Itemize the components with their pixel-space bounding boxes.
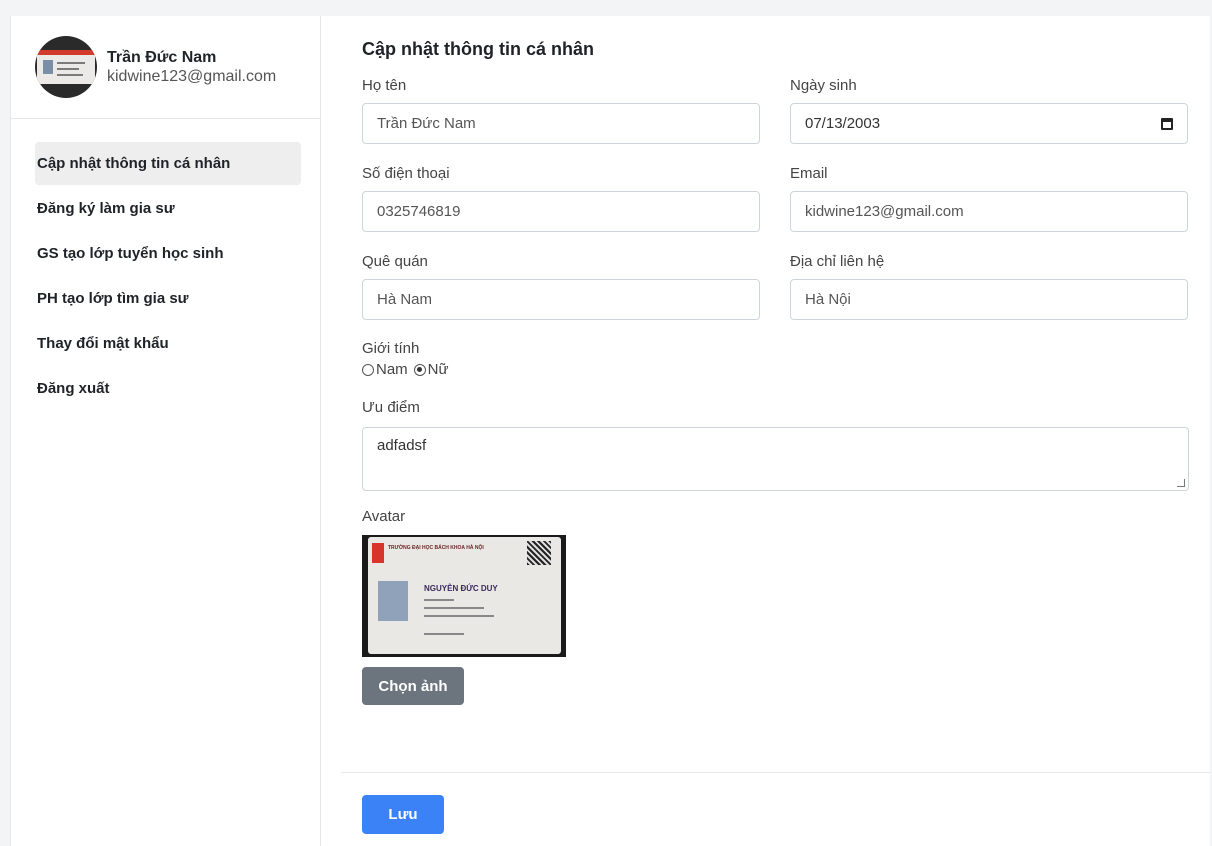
address-label: Địa chỉ liên hệ: [790, 253, 885, 270]
full-name-value: Trần Đức Nam: [377, 115, 476, 132]
sidebar: Trần Đức Nam kidwine123@gmail.com Cập nh…: [10, 16, 321, 846]
user-email: kidwine123@gmail.com: [107, 68, 277, 85]
address-value: Hà Nội: [805, 291, 851, 308]
sidebar-item-change-password[interactable]: Thay đổi mật khẩu: [35, 322, 301, 365]
footer-divider: [341, 772, 1210, 773]
avatar-image: [37, 50, 95, 84]
birthday-label: Ngày sinh: [790, 77, 857, 94]
sidebar-item-parent-create-class[interactable]: PH tạo lớp tìm gia sư: [35, 277, 301, 320]
gender-radio-female[interactable]: [413, 363, 426, 376]
sidebar-item-update-profile[interactable]: Cập nhật thông tin cá nhân: [35, 142, 301, 185]
gender-option-female[interactable]: Nữ: [428, 361, 449, 378]
gender-group: Giới tính Nam Nữ: [362, 339, 1210, 378]
student-card-image: TRƯỜNG ĐẠI HỌC BÁCH KHOA HÀ NỘI NGUYỄN Đ…: [368, 537, 561, 654]
hometown-value: Hà Nam: [377, 291, 433, 308]
phone-input[interactable]: 0325746819: [362, 191, 760, 232]
email-label: Email: [790, 165, 828, 182]
sidebar-menu: Cập nhật thông tin cá nhân Đăng ký làm g…: [11, 119, 320, 410]
choose-image-button[interactable]: Chọn ảnh: [362, 667, 464, 705]
birthday-input[interactable]: 07/13/2003: [790, 103, 1188, 144]
strengths-value: adfadsf: [377, 437, 427, 454]
email-value: kidwine123@gmail.com: [805, 203, 964, 220]
gender-label: Giới tính: [362, 340, 420, 357]
calendar-icon[interactable]: [1161, 117, 1173, 130]
user-profile: Trần Đức Nam kidwine123@gmail.com: [11, 16, 320, 119]
hometown-input[interactable]: Hà Nam: [362, 279, 760, 320]
user-name: Trần Đức Nam: [107, 49, 217, 66]
card-school-name: TRƯỜNG ĐẠI HỌC BÁCH KHOA HÀ NỘI: [388, 545, 484, 551]
card-student-name: NGUYỄN ĐỨC DUY: [424, 584, 498, 593]
gender-radio-male[interactable]: [362, 363, 374, 376]
qr-code-icon: [527, 541, 551, 565]
avatar-preview: TRƯỜNG ĐẠI HỌC BÁCH KHOA HÀ NỘI NGUYỄN Đ…: [362, 535, 566, 657]
sidebar-item-register-tutor[interactable]: Đăng ký làm gia sư: [35, 187, 301, 230]
gender-option-male[interactable]: Nam: [376, 361, 408, 378]
save-button[interactable]: Lưu: [362, 795, 444, 834]
avatar-label: Avatar: [362, 508, 406, 525]
app-frame: Trần Đức Nam kidwine123@gmail.com Cập nh…: [10, 16, 1210, 846]
page-title: Cập nhật thông tin cá nhân: [362, 39, 594, 59]
full-name-label: Họ tên: [362, 77, 407, 94]
strengths-textarea[interactable]: adfadsf: [362, 427, 1189, 491]
hometown-label: Quê quán: [362, 253, 428, 270]
university-logo-icon: [372, 543, 384, 563]
sidebar-item-tutor-create-class[interactable]: GS tạo lớp tuyển học sinh: [35, 232, 301, 275]
phone-label: Số điện thoại: [362, 165, 450, 182]
email-input[interactable]: kidwine123@gmail.com: [790, 191, 1188, 232]
avatar-section: Avatar TRƯỜNG ĐẠI HỌC BÁCH KHOA HÀ NỘI N…: [362, 507, 1210, 705]
strengths-label: Ưu điểm: [362, 399, 420, 416]
phone-value: 0325746819: [377, 203, 461, 220]
avatar: [35, 36, 97, 98]
full-name-input[interactable]: Trần Đức Nam: [362, 103, 760, 144]
resize-handle-icon[interactable]: [1177, 479, 1185, 487]
main-content: Cập nhật thông tin cá nhân Họ tên Trần Đ…: [321, 16, 1210, 846]
card-photo: [378, 581, 408, 621]
address-input[interactable]: Hà Nội: [790, 279, 1188, 320]
birthday-value: 07/13/2003: [805, 115, 881, 132]
sidebar-item-logout[interactable]: Đăng xuất: [35, 367, 301, 410]
